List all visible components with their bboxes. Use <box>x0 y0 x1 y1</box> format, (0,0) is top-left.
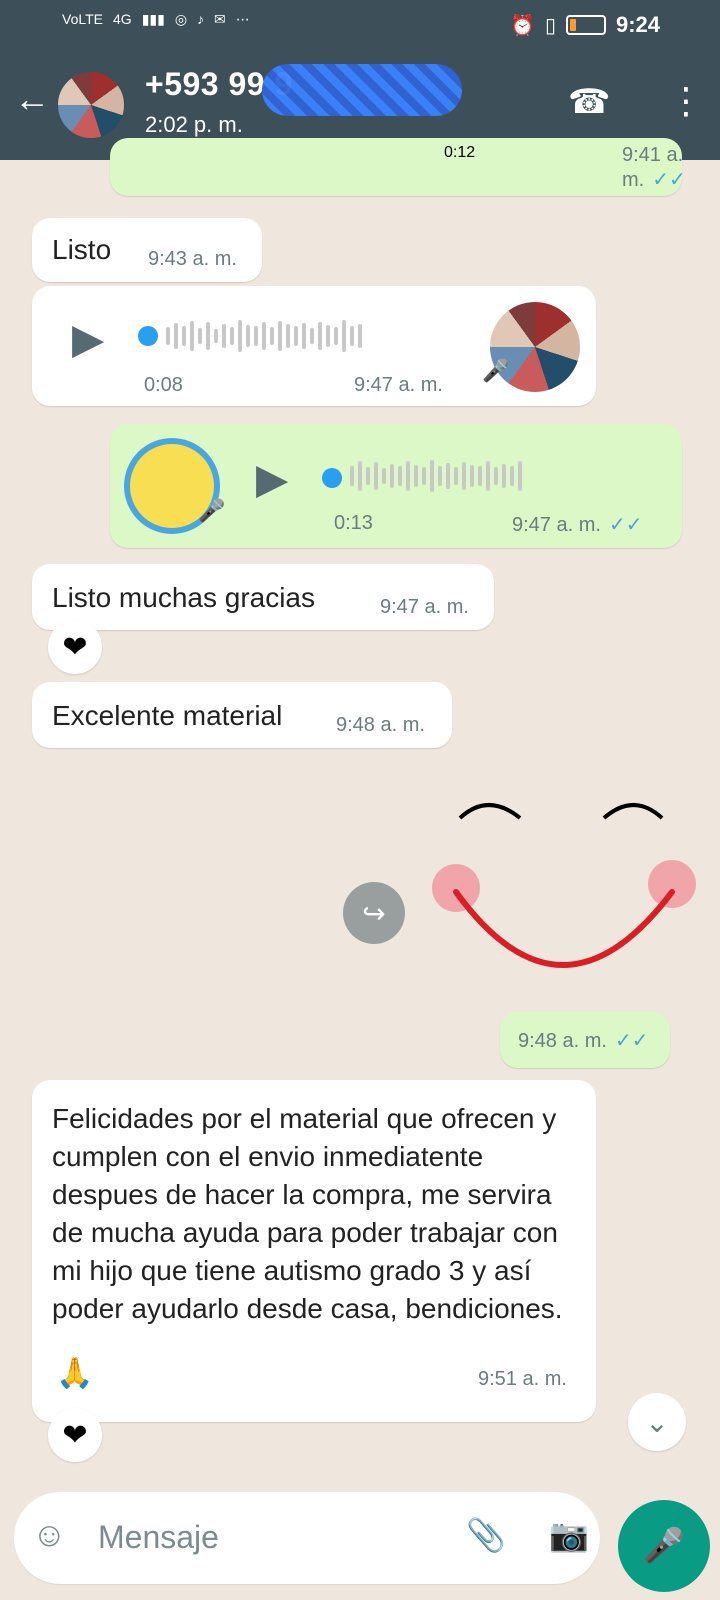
message-time: 9:43 a. m. <box>148 248 237 270</box>
status-bar: VoLTE 4G ▮▮▮ ◎ ♪ ✉ ⋯ ⏰ ▯ 9:24 <box>0 0 720 50</box>
voice-duration: 0:12 <box>444 144 476 161</box>
network-icon: 4G <box>113 11 132 27</box>
forward-icon[interactable]: ↪ <box>343 882 405 944</box>
message-text: Listo muchas gracias <box>52 582 316 613</box>
pray-icon: 🙏 <box>56 1357 94 1390</box>
contact-status: 2:02 p. m. <box>145 112 243 137</box>
voice-duration: 0:08 <box>144 374 183 396</box>
message-bubble[interactable]: Listo muchas gracias 9:47 a. m. <box>32 564 494 630</box>
waveform <box>350 460 522 492</box>
play-icon[interactable]: ▶ <box>72 314 104 363</box>
message-bubble[interactable]: Listo 9:43 a. m. <box>32 218 262 282</box>
voice-message-bubble[interactable]: 🎤 ▶ 0:13 9:47 a. m. ✓✓ <box>110 424 682 548</box>
mail-icon: ✉ <box>214 11 226 27</box>
play-icon[interactable]: ▶ <box>256 454 288 503</box>
volte-icon: VoLTE <box>62 11 103 27</box>
chat-area: 0:12 9:41 a. m. ✓✓ Listo 9:43 a. m. ▶ 0:0… <box>0 138 720 1480</box>
emoji-icon[interactable]: ☺ <box>32 1516 67 1555</box>
message-text: Excelente material <box>52 700 283 731</box>
voice-message-bubble[interactable]: ▶ 0:08 9:47 a. m. 🎤 <box>32 286 596 406</box>
composer: ☺ Mensaje 📎 📷 🎤 <box>0 1480 720 1600</box>
message-input[interactable]: ☺ Mensaje 📎 📷 <box>14 1492 600 1584</box>
message-time: 9:48 a. m. ✓✓ <box>518 1030 649 1052</box>
reaction-heart-icon[interactable]: ❤ <box>48 620 102 674</box>
battery-icon <box>565 15 606 35</box>
instagram-icon: ◎ <box>174 11 188 27</box>
message-time: 9:51 a. m. <box>478 1368 567 1390</box>
mic-icon[interactable]: 🎤 <box>618 1500 710 1592</box>
more-icon: ⋯ <box>235 11 250 27</box>
menu-icon[interactable]: ⋮ <box>668 80 704 122</box>
voice-duration: 0:13 <box>334 512 373 534</box>
message-bubble[interactable]: Excelente material 9:48 a. m. <box>32 682 452 748</box>
sticker-time-bubble: 9:48 a. m. ✓✓ <box>500 1012 670 1068</box>
status-right: ⏰ ▯ 9:24 <box>510 12 660 38</box>
message-bubble[interactable]: Felicidades por el material que ofrecen … <box>32 1080 596 1422</box>
smile-sticker[interactable] <box>420 796 700 1016</box>
message-text: Listo <box>52 234 112 265</box>
message-time: 9:41 a. m. ✓✓ <box>622 144 686 191</box>
chevron-down-icon[interactable]: ⌄ <box>628 1393 686 1451</box>
message-time: 9:48 a. m. <box>336 714 425 736</box>
vibrate-icon: ▯ <box>544 14 556 37</box>
reaction-heart-icon[interactable]: ❤ <box>48 1408 102 1462</box>
tiktok-icon: ♪ <box>197 11 205 27</box>
redaction-scribble <box>262 64 462 116</box>
call-add-icon[interactable]: ☎ <box>568 82 610 122</box>
mic-icon: 🎤 <box>482 358 510 383</box>
alarm-icon: ⏰ <box>510 14 535 37</box>
mic-icon: 🎤 <box>198 498 226 523</box>
waveform <box>166 320 362 352</box>
message-time: 9:47 a. m. <box>380 596 469 618</box>
voice-message-top[interactable]: 0:12 9:41 a. m. ✓✓ <box>110 138 686 196</box>
message-placeholder: Mensaje <box>98 1519 219 1555</box>
status-time: 9:24 <box>615 12 660 37</box>
signal-icon: ▮▮▮ <box>141 11 165 27</box>
playhead-dot[interactable] <box>138 326 158 346</box>
back-icon[interactable]: ← <box>14 78 50 120</box>
status-left: VoLTE 4G ▮▮▮ ◎ ♪ ✉ ⋯ <box>62 12 250 26</box>
message-time: 9:47 a. m. <box>354 374 443 396</box>
camera-icon[interactable]: 📷 <box>549 1516 589 1554</box>
contact-avatar[interactable] <box>56 70 126 140</box>
playhead-dot[interactable] <box>322 468 342 488</box>
attachment-icon[interactable]: 📎 <box>466 1516 506 1554</box>
message-text: Felicidades por el material que ofrecen … <box>52 1103 563 1324</box>
top-bar: VoLTE 4G ▮▮▮ ◎ ♪ ✉ ⋯ ⏰ ▯ 9:24 ← +593 99 … <box>0 0 720 160</box>
message-time: 9:47 a. m. ✓✓ <box>512 514 643 536</box>
